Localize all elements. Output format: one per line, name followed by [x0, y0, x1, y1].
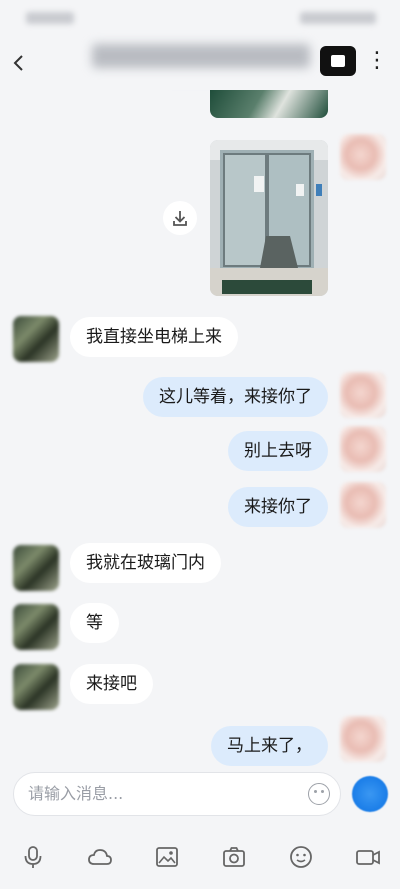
message-bubble-peer[interactable]: 来接吧 [70, 664, 153, 704]
image-message-glass-door[interactable] [210, 140, 328, 296]
bottom-toolbar [0, 822, 400, 889]
download-button[interactable] [163, 201, 197, 235]
peer-avatar[interactable] [13, 604, 59, 650]
my-avatar[interactable] [340, 482, 386, 528]
download-icon [173, 211, 187, 226]
header-action-icon[interactable] [320, 46, 356, 76]
peer-avatar[interactable] [13, 316, 59, 362]
camera-icon[interactable] [221, 844, 247, 870]
my-avatar[interactable] [340, 426, 386, 472]
my-avatar[interactable] [340, 134, 386, 180]
message-input-bar: 请输入消息... [0, 770, 400, 822]
my-avatar[interactable] [340, 372, 386, 418]
video-icon[interactable] [355, 844, 381, 870]
glass-door-photo [210, 140, 328, 296]
cloud-icon[interactable] [87, 844, 113, 870]
message-bubble-peer[interactable]: 我就在玻璃门内 [70, 543, 221, 583]
image-icon[interactable] [154, 844, 180, 870]
peer-avatar[interactable] [13, 545, 59, 591]
peer-avatar[interactable] [13, 664, 59, 710]
sticker-icon[interactable] [288, 844, 314, 870]
message-bubble-me[interactable]: 这儿等着，来接你了 [143, 377, 328, 417]
message-bubble-me[interactable]: 别上去呀 [228, 431, 328, 471]
message-bubble-peer[interactable]: 我直接坐电梯上来 [70, 317, 238, 357]
chat-header: ⋮ [0, 36, 400, 90]
message-bubble-peer[interactable]: 等 [70, 603, 119, 643]
status-time-blurred [26, 12, 74, 24]
emoji-picker-icon[interactable] [308, 783, 330, 805]
more-options-icon[interactable]: ⋮ [366, 48, 388, 73]
microphone-icon[interactable] [20, 844, 46, 870]
message-bubble-me[interactable]: 来接你了 [228, 487, 328, 527]
back-arrow-icon[interactable] [8, 52, 30, 74]
image-message-previous[interactable] [210, 90, 328, 118]
status-icons-blurred [300, 12, 376, 24]
message-input[interactable]: 请输入消息... [13, 772, 341, 816]
my-avatar[interactable] [340, 716, 386, 762]
send-button[interactable] [352, 776, 388, 812]
message-bubble-me[interactable]: 马上来了， [211, 726, 328, 766]
message-input-placeholder: 请输入消息... [28, 784, 124, 803]
chat-message-list[interactable]: 我直接坐电梯上来 这儿等着，来接你了 别上去呀 来接你了 我就在玻璃门内 等 来… [0, 90, 400, 770]
chat-title-blurred [92, 44, 310, 68]
status-bar [0, 0, 400, 36]
